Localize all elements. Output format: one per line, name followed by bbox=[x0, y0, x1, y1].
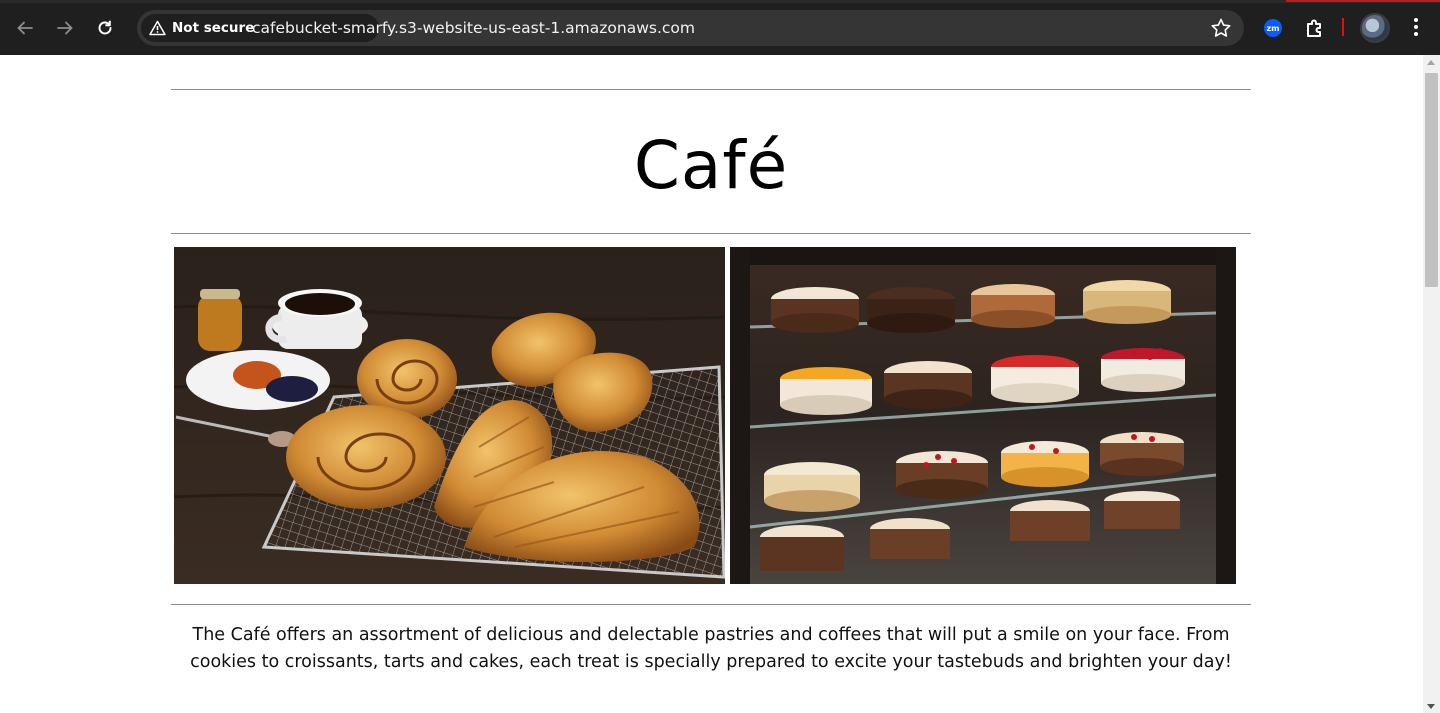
reload-icon bbox=[98, 20, 112, 35]
forward-arrow-icon bbox=[57, 21, 73, 35]
star-icon bbox=[1211, 18, 1231, 37]
bookmark-button[interactable] bbox=[1210, 17, 1232, 39]
profile-avatar[interactable] bbox=[1360, 13, 1390, 43]
scroll-thumb[interactable] bbox=[1425, 73, 1438, 287]
tab-strip bbox=[0, 0, 1440, 3]
address-bar[interactable]: Not secure cafebucket-smarfy.s3-website-… bbox=[137, 10, 1244, 46]
scroll-down-arrow-icon[interactable] bbox=[1427, 704, 1435, 709]
pastries-photo bbox=[174, 247, 725, 584]
page-title: Café bbox=[633, 127, 789, 204]
back-arrow-icon bbox=[17, 21, 33, 35]
forward-button[interactable] bbox=[49, 12, 81, 44]
puzzle-icon bbox=[1307, 19, 1321, 37]
content-divider bbox=[171, 604, 1251, 605]
toolbar-divider bbox=[1342, 18, 1344, 36]
intro-paragraph: The Café offers an assortment of delicio… bbox=[190, 625, 1232, 672]
page-content: Café The Café offers an assortment of de… bbox=[0, 55, 1423, 713]
security-label: Not secure bbox=[172, 20, 255, 36]
browser-toolbar: Not secure cafebucket-smarfy.s3-website-… bbox=[0, 0, 1440, 55]
window-accent bbox=[1286, 0, 1440, 2]
reload-button[interactable] bbox=[89, 12, 121, 44]
extensions-button[interactable] bbox=[1304, 17, 1326, 39]
back-button[interactable] bbox=[9, 12, 41, 44]
scroll-up-arrow-icon[interactable] bbox=[1427, 60, 1435, 65]
cakes-display-photo bbox=[730, 247, 1236, 584]
zoom-extension-icon[interactable]: zm bbox=[1264, 19, 1282, 37]
kebab-menu-icon[interactable] bbox=[1406, 16, 1426, 38]
warning-triangle-icon bbox=[149, 20, 166, 36]
top-divider bbox=[171, 89, 1251, 90]
title-divider bbox=[171, 233, 1251, 234]
vertical-scrollbar[interactable] bbox=[1423, 55, 1440, 713]
url-text[interactable]: cafebucket-smarfy.s3-website-us-east-1.a… bbox=[252, 19, 695, 37]
